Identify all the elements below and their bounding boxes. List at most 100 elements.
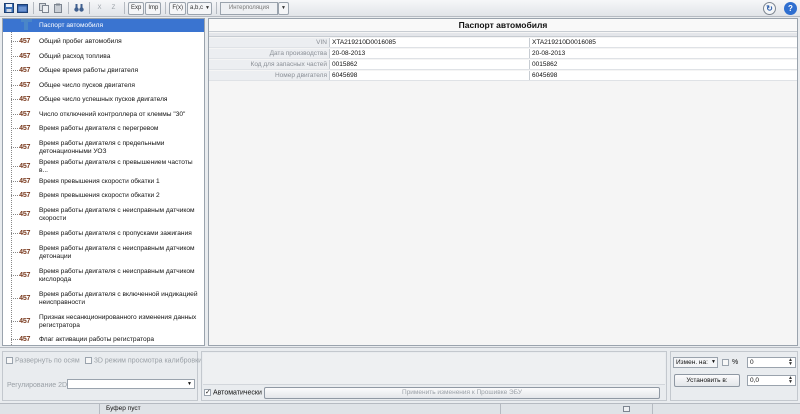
mode-3d-checkbox[interactable]: [85, 357, 92, 364]
open-folder-icon[interactable]: [16, 2, 29, 15]
import-button[interactable]: Imp: [145, 1, 162, 15]
tree-item-label: Время работы двигателя с пропусками зажи…: [39, 229, 192, 237]
tree-item[interactable]: 457 Время работы двигателя с превышением …: [3, 159, 204, 174]
row-value-compare[interactable]: 6045698: [529, 71, 797, 80]
paste-icon[interactable]: [51, 2, 64, 15]
mode-3d-option[interactable]: 3D режим просмотра калибровки: [85, 357, 202, 364]
tree-branch: [11, 70, 18, 71]
row-value-compare[interactable]: 20-08-2013: [529, 49, 797, 58]
tree-item[interactable]: 457 Время работы двигателя с неисправным …: [3, 265, 204, 287]
row-value[interactable]: XTA219210D0016085: [329, 38, 529, 47]
table-row[interactable]: Номер двигателя 6045698 6045698: [209, 71, 797, 81]
tree-item[interactable]: 457 Общее число успешных пусков двигателя: [3, 93, 204, 106]
refresh-icon[interactable]: ↻: [763, 2, 776, 15]
counter-icon: 457: [19, 229, 31, 238]
tree-item-label: Признак несанкционированного изменения д…: [39, 314, 197, 329]
row-value-compare[interactable]: 0015862: [529, 60, 797, 69]
counter-icon: 457: [19, 335, 31, 344]
counter-icon: 457: [19, 177, 31, 186]
percent-label: %: [732, 359, 739, 366]
table-row[interactable]: Код для запасных частей 0015862 0015862: [209, 60, 797, 70]
tree-branch: [11, 56, 18, 57]
tree-item[interactable]: 457 Время превышения скорости обкатки 1: [3, 175, 204, 188]
auto-option[interactable]: ✓ Автоматически: [204, 389, 262, 396]
tree-item[interactable]: 457 Время превышения скорости обкатки 2: [3, 189, 204, 202]
change-value-input[interactable]: 0 ▲ ▼: [747, 357, 796, 368]
percent-checkbox[interactable]: [722, 359, 729, 366]
abc-dropdown[interactable]: a,b,c ▼: [187, 1, 212, 15]
chevron-down-icon: ▼: [205, 5, 210, 11]
status-cell: [500, 404, 501, 414]
spin-arrows-icon[interactable]: ▲ ▼: [788, 376, 793, 385]
tree-item[interactable]: 457 Общее время работы двигателя: [3, 64, 204, 77]
copy-icon[interactable]: [37, 2, 50, 15]
auto-checkbox[interactable]: ✓: [204, 389, 211, 396]
counter-icon: 457: [19, 95, 31, 104]
tree-item-label: Время работы двигателя с включенной инди…: [39, 291, 198, 306]
binoculars-icon[interactable]: [72, 2, 85, 15]
tree-branch: [11, 181, 18, 182]
row-value-compare[interactable]: XTA219210D0016085: [529, 38, 797, 47]
counter-icon: 457: [19, 318, 31, 326]
save-icon[interactable]: [2, 2, 15, 15]
z-axis-button[interactable]: Z: [107, 2, 120, 15]
row-key: Дата производства: [209, 49, 329, 58]
tree-item[interactable]: 457 Время работы двигателя с включенной и…: [3, 288, 204, 310]
checkmark-icon: ✓: [205, 389, 211, 396]
mode-3d-label: 3D режим просмотра калибровки: [93, 357, 203, 365]
table-row[interactable]: VIN XTA219210D0016085 XTA219210D0016085: [209, 38, 797, 48]
tree-branch: [11, 275, 18, 276]
tree-branch: [11, 147, 18, 148]
toolbar-separator: [124, 2, 125, 14]
table-row[interactable]: Дата производства 20-08-2013 20-08-2013: [209, 49, 797, 59]
tree-item-label: Время работы двигателя с неисправным дат…: [39, 207, 195, 222]
row-value[interactable]: 0015862: [329, 60, 529, 69]
tree-item[interactable]: 457 Время работы двигателя с предельными …: [3, 137, 204, 159]
toolbar-separator: [89, 2, 90, 14]
tree-item[interactable]: 457 Число отключений контроллера от клемм…: [3, 108, 204, 121]
interpolation-label: Интерполяция: [228, 5, 270, 11]
row-value[interactable]: 20-08-2013: [329, 49, 529, 58]
counter-icon: 457: [19, 81, 31, 90]
tree-item[interactable]: 457 Флаг активации работы регистратора: [3, 333, 204, 345]
help-icon[interactable]: ?: [784, 2, 797, 15]
x-axis-button[interactable]: X: [93, 2, 106, 15]
parameter-tree: Паспорт автомобиля 457 Общий пробег автом…: [2, 18, 205, 346]
change-mode-select[interactable]: Измен. на: ▼: [673, 357, 718, 368]
expand-axes-option[interactable]: Развернуть по осям: [6, 357, 80, 364]
tree-item[interactable]: 457 Признак несанкционированного изменени…: [3, 311, 204, 333]
function-button[interactable]: F(x): [169, 1, 187, 15]
interpolation-dropdown-button[interactable]: ▼: [278, 1, 289, 15]
auto-label: Автоматически: [212, 389, 262, 397]
interpolation-combo[interactable]: Интерполяция: [220, 1, 278, 15]
tree-item[interactable]: 457 Общий расход топлива: [3, 50, 204, 63]
tree-branch: [11, 321, 18, 322]
tree-item[interactable]: 457 Общий пробег автомобиля: [3, 35, 204, 48]
toolbar-separator: [33, 2, 34, 14]
tree-item-passport[interactable]: Паспорт автомобиля: [3, 19, 204, 32]
tree-item[interactable]: 457 Время работы двигателя с перегревом: [3, 122, 204, 135]
counter-icon: 457: [19, 66, 31, 75]
counter-icon: 457: [19, 124, 31, 133]
export-button[interactable]: Exp: [128, 1, 145, 15]
log-area: [203, 353, 665, 385]
set-value-input[interactable]: 0,0 ▲ ▼: [747, 375, 796, 386]
spin-arrows-icon[interactable]: ▲ ▼: [788, 358, 793, 367]
tree-item[interactable]: 457 Общее число пусков двигателя: [3, 79, 204, 92]
tree-item-label: Время превышения скорости обкатки 1: [39, 177, 160, 185]
tree-branch: [11, 298, 18, 299]
row-value[interactable]: 6045698: [329, 71, 529, 80]
tree-item-label: Число отключений контроллера от клеммы "…: [39, 110, 186, 118]
tree-item-label: Время превышения скорости обкатки 2: [39, 191, 160, 199]
counter-icon: 457: [19, 144, 31, 152]
set-value-button[interactable]: Установить в:: [674, 374, 740, 387]
regulation-2d-select[interactable]: ▼: [67, 379, 195, 389]
tree-item[interactable]: 457 Время работы двигателя с неисправным …: [3, 242, 204, 264]
tree-item[interactable]: 457 Время работы двигателя с пропусками з…: [3, 227, 204, 240]
tree-item-label: Время работы двигателя с неисправным дат…: [39, 245, 195, 260]
apply-button[interactable]: Применить изменения к Прошивке ЭБУ: [264, 387, 660, 399]
status-cell: [652, 404, 653, 414]
expand-axes-checkbox[interactable]: [6, 357, 13, 364]
abc-dropdown-label: a,b,c: [190, 5, 204, 11]
tree-item[interactable]: 457 Время работы двигателя с неисправным …: [3, 204, 204, 226]
